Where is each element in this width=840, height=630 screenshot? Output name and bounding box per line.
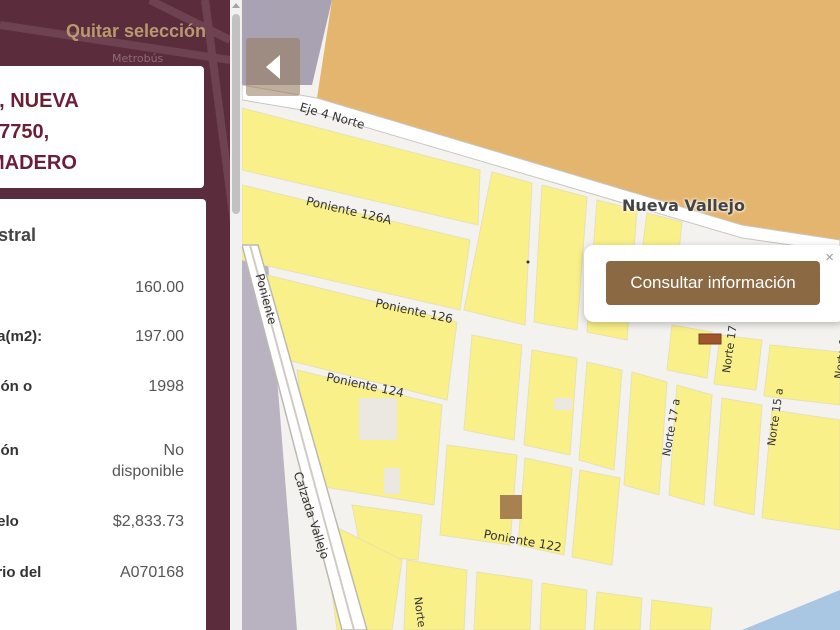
collapse-panel-button[interactable] — [246, 38, 300, 96]
scroll-up-arrow-icon[interactable] — [232, 3, 240, 8]
selected-lot[interactable] — [698, 333, 722, 345]
info-title: astral — [0, 225, 37, 245]
chevron-left-icon — [266, 55, 280, 79]
address-line: 07750, — [0, 121, 50, 143]
row-value: 160.00 — [135, 279, 184, 296]
clear-selection-link[interactable]: Quitar selección — [66, 21, 206, 42]
map-view[interactable]: Eje 4 Norte Poniente 126A Poniente 126 P… — [242, 0, 840, 630]
row-label: uelo — [0, 513, 19, 530]
row-value-line: disponible — [111, 463, 184, 480]
row-value: A070168 — [119, 564, 184, 581]
cadastral-info-card: astral ): 160.00 da(m2): 197.00 ción o 1… — [0, 199, 206, 630]
row-value: $2,833.73 — [112, 513, 184, 530]
consult-info-button[interactable]: Consultar información — [606, 261, 820, 305]
place-label: Nueva Vallejo — [622, 196, 746, 215]
address-line: 2, NUEVA — [0, 90, 79, 112]
close-icon[interactable]: × — [825, 249, 834, 266]
address-line: MADERO — [0, 152, 77, 174]
row-value: 197.00 — [135, 328, 184, 345]
row-value-line: No — [163, 442, 184, 459]
row-label: ción — [0, 442, 19, 459]
address-card: 2, NUEVA 07750, MADERO — [0, 66, 204, 188]
scrollbar-thumb[interactable] — [232, 14, 240, 214]
row-label: da(m2): — [0, 328, 43, 345]
row-value: 1998 — [148, 378, 184, 395]
info-panel: Metrobús Quitar selección 2, NUEVA 07750… — [0, 0, 230, 630]
row-value: No disponible — [112, 440, 184, 482]
panel-bg-label: Metrobús — [112, 52, 164, 65]
panel-scrollbar[interactable] — [230, 0, 242, 630]
row-label: ción o — [0, 378, 33, 395]
map-popup: × Consultar información — [584, 245, 840, 322]
row-label: ario del — [0, 564, 42, 581]
